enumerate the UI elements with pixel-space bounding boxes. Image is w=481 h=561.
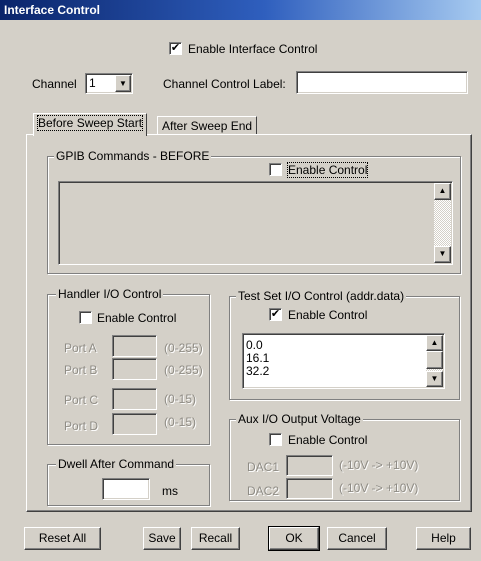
port-a-label: Port A — [64, 341, 97, 355]
list-item[interactable]: 32.2 — [244, 365, 424, 378]
testset-io-title: Test Set I/O Control (addr.data) — [236, 289, 407, 303]
testset-commands-list[interactable]: 0.0 16.1 32.2 ▲ ▼ — [242, 333, 445, 389]
handler-enable-label: Enable Control — [97, 311, 177, 325]
aux-enable-checkbox[interactable] — [269, 433, 282, 446]
gpib-scroll-down-button[interactable]: ▼ — [434, 246, 451, 263]
port-b-range: (0-255) — [164, 363, 203, 377]
testset-list-items: 0.0 16.1 32.2 — [244, 339, 424, 378]
window-title: Interface Control — [0, 0, 481, 20]
testset-scroll-down-button[interactable]: ▼ — [426, 371, 443, 387]
dwell-input[interactable] — [102, 478, 150, 500]
port-b-input[interactable] — [112, 358, 157, 380]
gpib-group-title: GPIB Commands - BEFORE — [54, 149, 212, 163]
cancel-button[interactable]: Cancel — [327, 527, 387, 550]
list-item[interactable]: 16.1 — [244, 352, 424, 365]
dac1-input[interactable] — [286, 455, 333, 476]
check-icon: ✔ — [170, 42, 181, 54]
tab-after-sweep-end[interactable]: After Sweep End — [157, 116, 258, 134]
dac2-input[interactable] — [286, 478, 333, 499]
gpib-commands-textarea[interactable]: ▲ ▼ — [58, 181, 453, 265]
gpib-scroll-up-button[interactable]: ▲ — [434, 183, 451, 200]
aux-enable-label: Enable Control — [288, 433, 368, 447]
port-a-input[interactable] — [112, 335, 157, 357]
channel-control-label-caption: Channel Control Label: — [163, 77, 286, 91]
port-c-input[interactable] — [112, 388, 157, 410]
testset-enable-checkbox[interactable]: ✔ — [269, 308, 282, 321]
port-c-label: Port C — [64, 393, 99, 407]
recall-button[interactable]: Recall — [191, 527, 240, 550]
enable-interface-label: Enable Interface Control — [188, 42, 318, 56]
dac2-range: (-10V -> +10V) — [339, 481, 419, 495]
help-button[interactable]: Help — [416, 527, 471, 550]
port-c-range: (0-15) — [164, 392, 197, 406]
channel-dropdown-button[interactable]: ▼ — [115, 75, 131, 92]
enable-interface-checkbox[interactable]: ✔ — [169, 42, 182, 55]
handler-enable-checkbox[interactable] — [79, 311, 92, 324]
ok-button[interactable]: OK — [268, 526, 320, 551]
dac1-range: (-10V -> +10V) — [339, 458, 419, 472]
port-b-label: Port B — [64, 363, 98, 377]
testset-enable-label: Enable Control — [288, 308, 368, 322]
port-d-label: Port D — [64, 419, 99, 433]
aux-io-title: Aux I/O Output Voltage — [236, 412, 363, 426]
arrow-down-icon: ▼ — [430, 374, 439, 383]
dwell-unit-label: ms — [162, 484, 178, 498]
port-a-range: (0-255) — [164, 341, 203, 355]
arrow-up-icon: ▲ — [430, 338, 439, 347]
handler-io-title: Handler I/O Control — [56, 287, 164, 301]
gpib-enable-checkbox[interactable] — [269, 163, 282, 176]
testset-scroll-thumb[interactable] — [426, 351, 443, 369]
port-d-range: (0-15) — [164, 415, 197, 429]
check-icon: ✔ — [270, 308, 281, 320]
dwell-title: Dwell After Command — [56, 457, 177, 471]
testset-scroll-up-button[interactable]: ▲ — [426, 335, 443, 351]
list-item[interactable]: 0.0 — [244, 339, 424, 352]
channel-select[interactable]: 1 ▼ — [85, 73, 133, 94]
channel-control-label-input[interactable] — [296, 71, 468, 94]
arrow-up-icon: ▲ — [438, 186, 447, 195]
arrow-down-icon: ▼ — [438, 249, 447, 258]
save-button[interactable]: Save — [143, 527, 181, 550]
chevron-down-icon: ▼ — [119, 79, 127, 88]
port-d-input[interactable] — [112, 413, 157, 435]
interface-control-dialog: Interface Control ✔ Enable Interface Con… — [0, 0, 481, 561]
gpib-enable-label: Enable Control — [286, 162, 369, 178]
channel-label: Channel — [32, 77, 77, 91]
dac2-label: DAC2 — [247, 484, 280, 498]
reset-all-button[interactable]: Reset All — [24, 527, 101, 550]
dac1-label: DAC1 — [247, 460, 280, 474]
channel-value: 1 — [89, 76, 96, 90]
tab-before-sweep-start[interactable]: Before Sweep Start — [33, 113, 148, 136]
